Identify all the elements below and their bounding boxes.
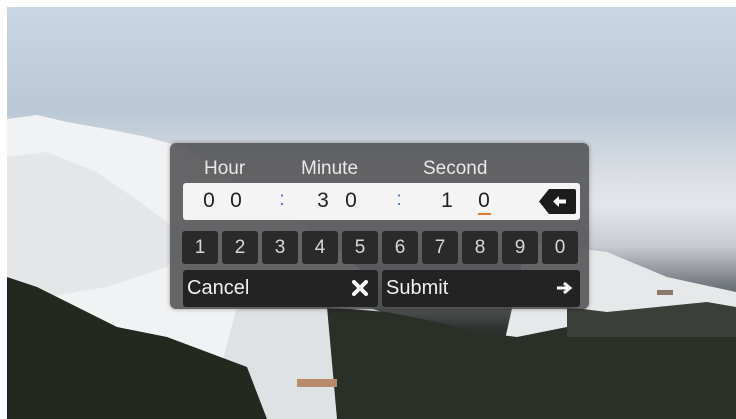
cancel-button-label: Cancel bbox=[187, 277, 250, 299]
second-digit-2[interactable]: 0 bbox=[476, 189, 492, 213]
separator-colon: : bbox=[396, 189, 402, 210]
second-digit-1[interactable]: 1 bbox=[439, 189, 455, 213]
key-3[interactable]: 3 bbox=[262, 231, 298, 264]
submit-button-label: Submit bbox=[386, 277, 449, 299]
second-label: Second bbox=[423, 158, 488, 179]
key-0[interactable]: 0 bbox=[542, 231, 578, 264]
minute-label: Minute bbox=[301, 158, 359, 179]
submit-button[interactable]: Submit bbox=[382, 270, 580, 307]
close-x-icon bbox=[352, 280, 368, 296]
hour-label: Hour bbox=[204, 158, 246, 179]
time-input-field[interactable]: 0 0 : 3 0 : 1 0 bbox=[183, 183, 580, 220]
key-4[interactable]: 4 bbox=[302, 231, 338, 264]
cancel-button[interactable]: Cancel bbox=[183, 270, 378, 307]
arrow-right-icon bbox=[557, 281, 573, 295]
hour-digit-2[interactable]: 0 bbox=[228, 189, 244, 213]
key-7[interactable]: 7 bbox=[422, 231, 458, 264]
minute-digit-1[interactable]: 3 bbox=[315, 189, 331, 213]
key-2[interactable]: 2 bbox=[222, 231, 258, 264]
key-6[interactable]: 6 bbox=[382, 231, 418, 264]
key-1[interactable]: 1 bbox=[182, 231, 218, 264]
time-unit-labels: Hour Minute Second bbox=[170, 158, 589, 180]
separator-colon: : bbox=[279, 189, 285, 210]
backspace-arrow-icon bbox=[539, 189, 576, 214]
time-entry-dialog: Hour Minute Second 0 0 : 3 0 : 1 0 1 2 3… bbox=[170, 143, 589, 309]
minute-digit-2[interactable]: 0 bbox=[343, 189, 359, 213]
key-9[interactable]: 9 bbox=[502, 231, 538, 264]
input-cursor bbox=[478, 213, 491, 215]
numeric-keypad: 1 2 3 4 5 6 7 8 9 0 bbox=[182, 231, 580, 264]
key-8[interactable]: 8 bbox=[462, 231, 498, 264]
hour-digit-1[interactable]: 0 bbox=[201, 189, 217, 213]
screen-frame: Hour Minute Second 0 0 : 3 0 : 1 0 1 2 3… bbox=[7, 7, 736, 419]
backspace-button[interactable] bbox=[539, 189, 576, 214]
key-5[interactable]: 5 bbox=[342, 231, 378, 264]
